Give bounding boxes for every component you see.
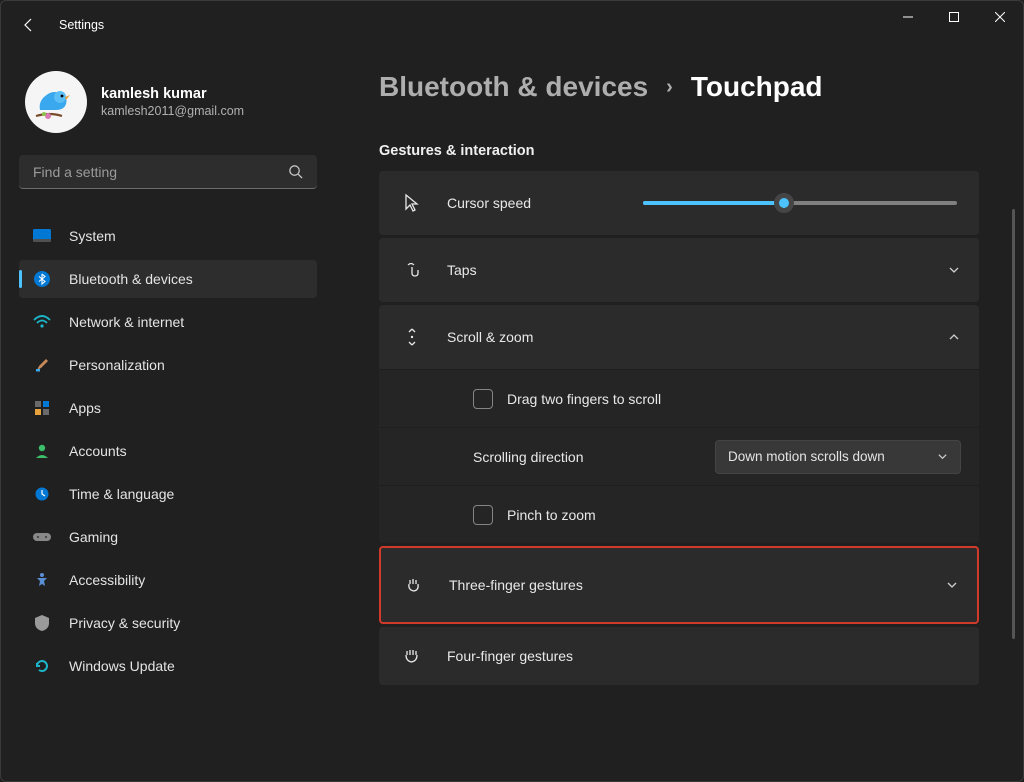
search-icon xyxy=(288,164,303,179)
nav-item-system[interactable]: System xyxy=(19,217,317,255)
nav-item-windows-update[interactable]: Windows Update xyxy=(19,647,317,685)
nav-label: Privacy & security xyxy=(69,615,180,631)
search-input[interactable] xyxy=(33,164,288,180)
arrow-left-icon xyxy=(21,17,37,33)
shield-icon xyxy=(33,614,51,632)
slider-thumb[interactable] xyxy=(774,193,794,213)
pinch-to-zoom-row[interactable]: Pinch to zoom xyxy=(379,485,979,543)
cursor-icon xyxy=(401,193,423,213)
chevron-up-icon xyxy=(947,330,961,344)
display-icon xyxy=(33,227,51,245)
main-content: Bluetooth & devices › Touchpad Gestures … xyxy=(331,49,1023,781)
hand-three-icon xyxy=(403,576,425,594)
nav-item-accounts[interactable]: Accounts xyxy=(19,432,317,470)
nav-item-accessibility[interactable]: Accessibility xyxy=(19,561,317,599)
nav-label: Personalization xyxy=(69,357,165,373)
nav-item-privacy-security[interactable]: Privacy & security xyxy=(19,604,317,642)
nav-label: Gaming xyxy=(69,529,118,545)
row-label: Three-finger gestures xyxy=(449,577,921,593)
app-title: Settings xyxy=(59,18,104,32)
settings-list: Cursor speed Taps xyxy=(379,171,1003,685)
apps-icon xyxy=(33,399,51,417)
person-icon xyxy=(33,442,51,460)
checkbox-drag-two-fingers[interactable] xyxy=(473,389,493,409)
checkbox-pinch-to-zoom[interactable] xyxy=(473,505,493,525)
nav-label: Accessibility xyxy=(69,572,145,588)
avatar-bird-icon xyxy=(30,76,82,128)
breadcrumb: Bluetooth & devices › Touchpad xyxy=(379,71,1003,103)
nav-label: Apps xyxy=(69,400,101,416)
three-finger-gestures-row[interactable]: Three-finger gestures xyxy=(379,546,979,624)
nav-item-bluetooth-devices[interactable]: Bluetooth & devices xyxy=(19,260,317,298)
four-finger-gestures-row[interactable]: Four-finger gestures xyxy=(379,627,979,685)
scrollbar[interactable] xyxy=(1012,209,1015,639)
sub-label: Scrolling direction xyxy=(473,449,584,465)
nav-label: Accounts xyxy=(69,443,127,459)
user-name: kamlesh kumar xyxy=(101,86,244,102)
clock-globe-icon xyxy=(33,485,51,503)
nav-label: Time & language xyxy=(69,486,174,502)
wifi-icon xyxy=(33,313,51,331)
chevron-down-icon xyxy=(945,578,959,592)
section-header: Gestures & interaction xyxy=(379,143,1003,159)
nav-label: System xyxy=(69,228,116,244)
gamepad-icon xyxy=(33,528,51,546)
nav-label: Bluetooth & devices xyxy=(69,271,193,287)
slider-fill xyxy=(643,201,784,205)
breadcrumb-parent[interactable]: Bluetooth & devices xyxy=(379,71,648,103)
chevron-down-icon xyxy=(947,263,961,277)
drag-two-fingers-row[interactable]: Drag two fingers to scroll xyxy=(379,369,979,427)
scrolling-direction-dropdown[interactable]: Down motion scrolls down xyxy=(715,440,961,474)
tap-icon xyxy=(401,261,423,279)
nav-item-gaming[interactable]: Gaming xyxy=(19,518,317,556)
accessibility-icon xyxy=(33,571,51,589)
row-label: Taps xyxy=(447,262,923,278)
nav-item-time-language[interactable]: Time & language xyxy=(19,475,317,513)
cursor-speed-row: Cursor speed xyxy=(379,171,979,235)
row-label: Four-finger gestures xyxy=(447,648,961,664)
sidebar: kamlesh kumar kamlesh2011@gmail.com Syst… xyxy=(1,49,331,781)
hand-four-icon xyxy=(401,647,423,665)
nav-item-apps[interactable]: Apps xyxy=(19,389,317,427)
titlebar: Settings xyxy=(1,1,1023,49)
close-button[interactable] xyxy=(977,1,1023,33)
nav-list: System Bluetooth & devices Network & int… xyxy=(19,217,317,685)
scroll-zoom-subpanel: Drag two fingers to scroll Scrolling dir… xyxy=(379,369,979,543)
row-label: Scroll & zoom xyxy=(447,329,923,345)
minimize-icon xyxy=(903,12,913,22)
cursor-speed-slider[interactable] xyxy=(643,201,957,205)
sub-label: Pinch to zoom xyxy=(507,507,596,523)
nav-label: Network & internet xyxy=(69,314,184,330)
search-box[interactable] xyxy=(19,155,317,189)
window-controls xyxy=(885,1,1023,33)
taps-row[interactable]: Taps xyxy=(379,238,979,302)
chevron-right-icon: › xyxy=(666,76,673,99)
scrolling-direction-row: Scrolling direction Down motion scrolls … xyxy=(379,427,979,485)
sub-label: Drag two fingers to scroll xyxy=(507,391,661,407)
user-email: kamlesh2011@gmail.com xyxy=(101,104,244,118)
minimize-button[interactable] xyxy=(885,1,931,33)
row-label: Cursor speed xyxy=(447,195,619,211)
chevron-down-icon xyxy=(937,451,948,462)
nav-item-network[interactable]: Network & internet xyxy=(19,303,317,341)
page-title: Touchpad xyxy=(691,71,823,103)
dropdown-value: Down motion scrolls down xyxy=(728,449,885,464)
scroll-icon xyxy=(401,327,423,347)
close-icon xyxy=(995,12,1005,22)
nav-label: Windows Update xyxy=(69,658,175,674)
bluetooth-icon xyxy=(33,270,51,288)
user-account-block[interactable]: kamlesh kumar kamlesh2011@gmail.com xyxy=(19,71,317,133)
paintbrush-icon xyxy=(33,356,51,374)
nav-item-personalization[interactable]: Personalization xyxy=(19,346,317,384)
maximize-button[interactable] xyxy=(931,1,977,33)
maximize-icon xyxy=(949,12,959,22)
avatar xyxy=(25,71,87,133)
update-icon xyxy=(33,657,51,675)
back-button[interactable] xyxy=(19,15,39,35)
scroll-zoom-row[interactable]: Scroll & zoom xyxy=(379,305,979,369)
